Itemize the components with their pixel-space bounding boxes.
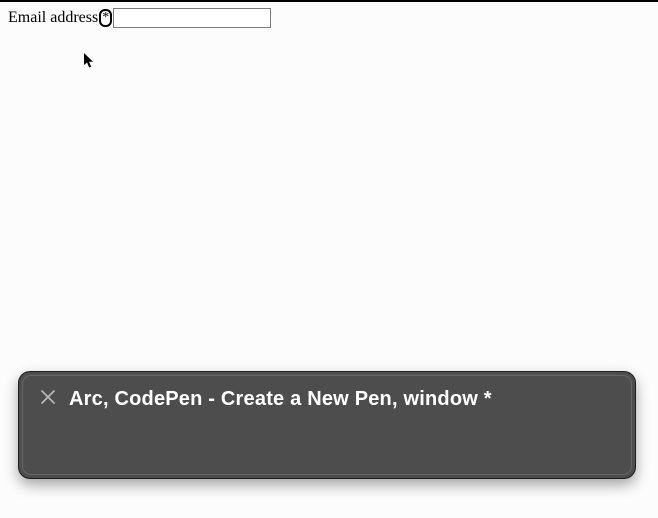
notification-toast-row: Arc, CodePen - Create a New Pen, window … xyxy=(41,388,613,411)
required-indicator: * xyxy=(99,9,112,27)
email-input[interactable] xyxy=(113,8,271,28)
close-icon[interactable] xyxy=(41,390,55,404)
notification-toast: Arc, CodePen - Create a New Pen, window … xyxy=(18,371,636,479)
mouse-cursor-icon xyxy=(84,53,96,69)
email-field-row: Email address * xyxy=(0,8,658,28)
notification-title: Arc, CodePen - Create a New Pen, window … xyxy=(69,388,492,411)
notification-toast-inner: Arc, CodePen - Create a New Pen, window … xyxy=(22,375,632,475)
page-body: Email address * Arc, CodePen - Create a … xyxy=(0,0,658,518)
email-label: Email address xyxy=(8,8,98,28)
